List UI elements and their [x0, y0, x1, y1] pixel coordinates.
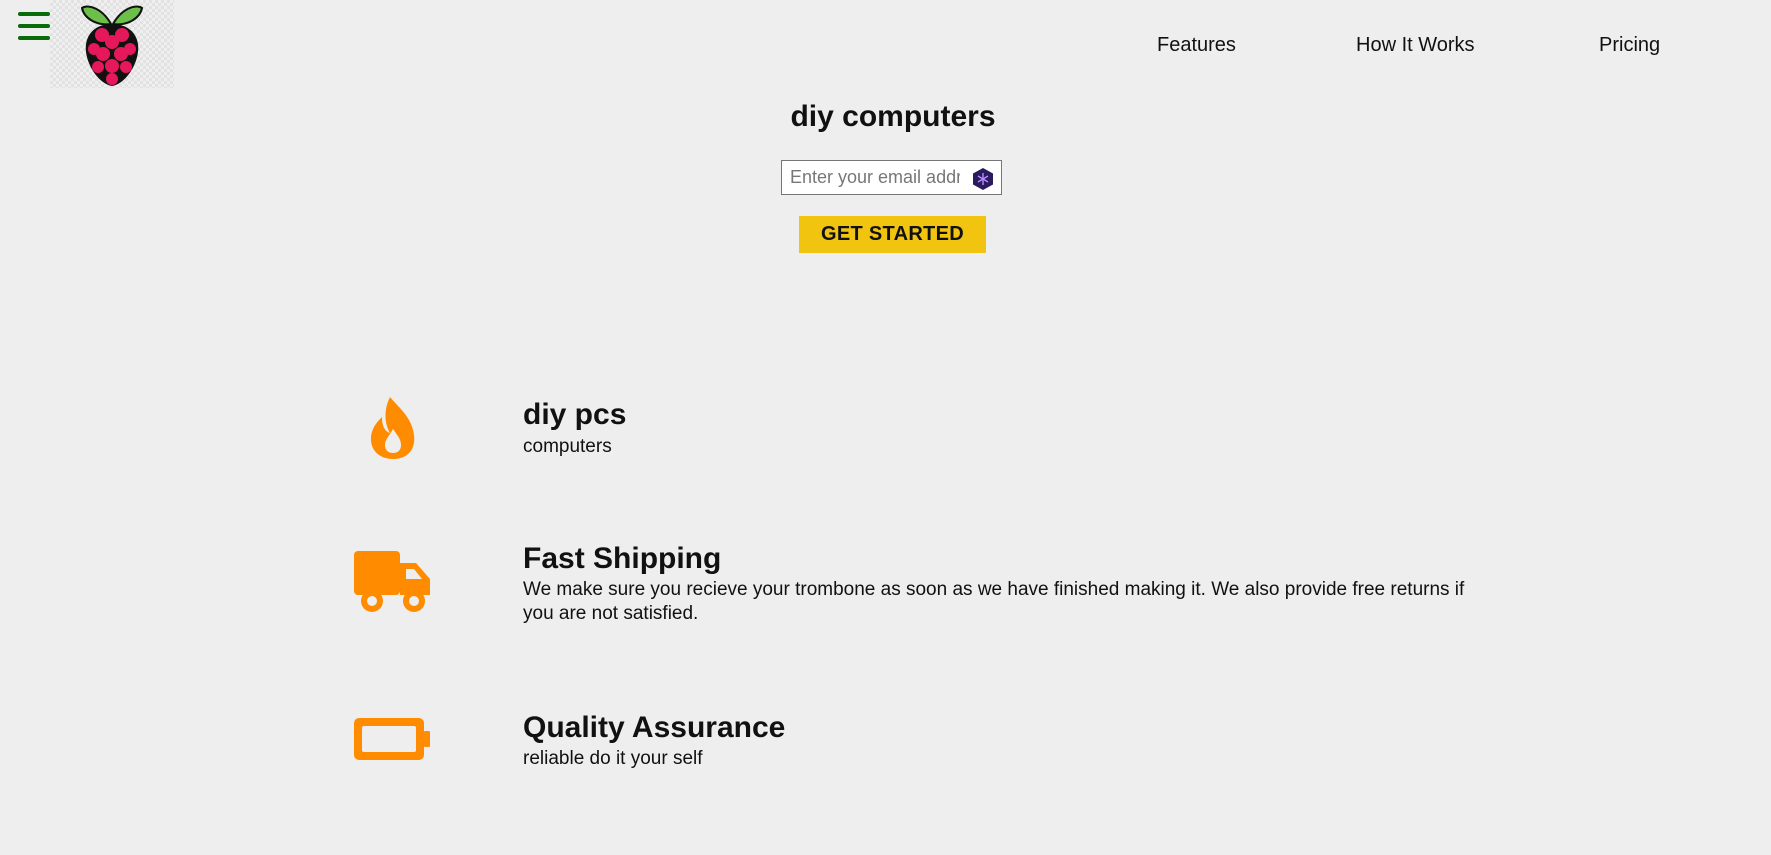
hero-title: diy computers	[790, 100, 996, 133]
feature-title: Fast Shipping	[523, 542, 722, 575]
feature-description: We make sure you recieve your trombone a…	[523, 579, 1465, 624]
battery-icon	[354, 718, 430, 760]
email-input[interactable]	[782, 161, 968, 194]
nav-link-features[interactable]: Features	[1157, 34, 1236, 57]
feature-description: computers	[523, 436, 612, 457]
nav-link-how-it-works[interactable]: How It Works	[1356, 34, 1475, 57]
feature-title: Quality Assurance	[523, 711, 786, 744]
email-field-wrapper	[781, 160, 1002, 195]
flame-icon	[370, 397, 415, 459]
truck-icon	[354, 551, 430, 612]
landing-page: Features How It Works Pricing diy comput…	[0, 0, 1771, 855]
feature-title: diy pcs	[523, 398, 627, 431]
get-started-button[interactable]: GET STARTED	[799, 216, 986, 253]
password-manager-extension-icon[interactable]	[971, 167, 995, 191]
nav-link-pricing[interactable]: Pricing	[1599, 34, 1660, 57]
main-nav: Features How It Works Pricing	[0, 34, 1771, 60]
feature-description: reliable do it your self	[523, 748, 703, 769]
